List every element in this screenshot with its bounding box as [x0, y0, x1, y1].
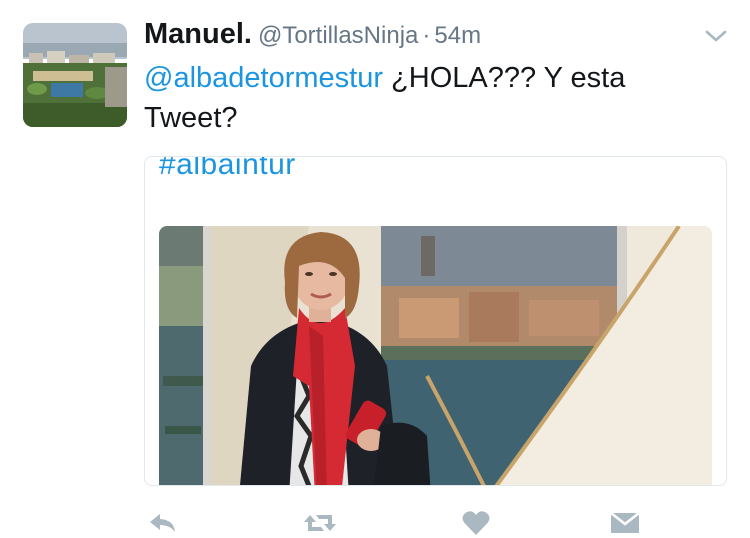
hashtag-link[interactable]: #albaintur [159, 157, 296, 182]
card-photo[interactable] [159, 226, 712, 485]
embedded-card[interactable]: #albaintur [144, 156, 727, 486]
mention-link[interactable]: @albadetormestur [144, 62, 383, 94]
heart-icon[interactable] [462, 510, 490, 536]
retweet-icon[interactable] [302, 512, 338, 534]
chevron-down-icon[interactable] [702, 26, 730, 46]
display-name[interactable]: Manuel. [144, 18, 252, 50]
timestamp[interactable]: 54m [434, 22, 481, 49]
avatar-image [23, 23, 127, 127]
tweet-header: Manuel. @TortillasNinja · 54m [144, 18, 481, 58]
separator-dot: · [422, 22, 431, 49]
photo-woman-at-fair [159, 226, 712, 485]
user-handle[interactable]: @TortillasNinja [258, 22, 418, 49]
avatar[interactable] [23, 23, 127, 127]
envelope-icon[interactable] [610, 512, 640, 534]
reply-icon[interactable] [148, 512, 178, 534]
tweet-text: @albadetormestur ¿HOLA??? Y esta Tweet? [144, 58, 714, 138]
